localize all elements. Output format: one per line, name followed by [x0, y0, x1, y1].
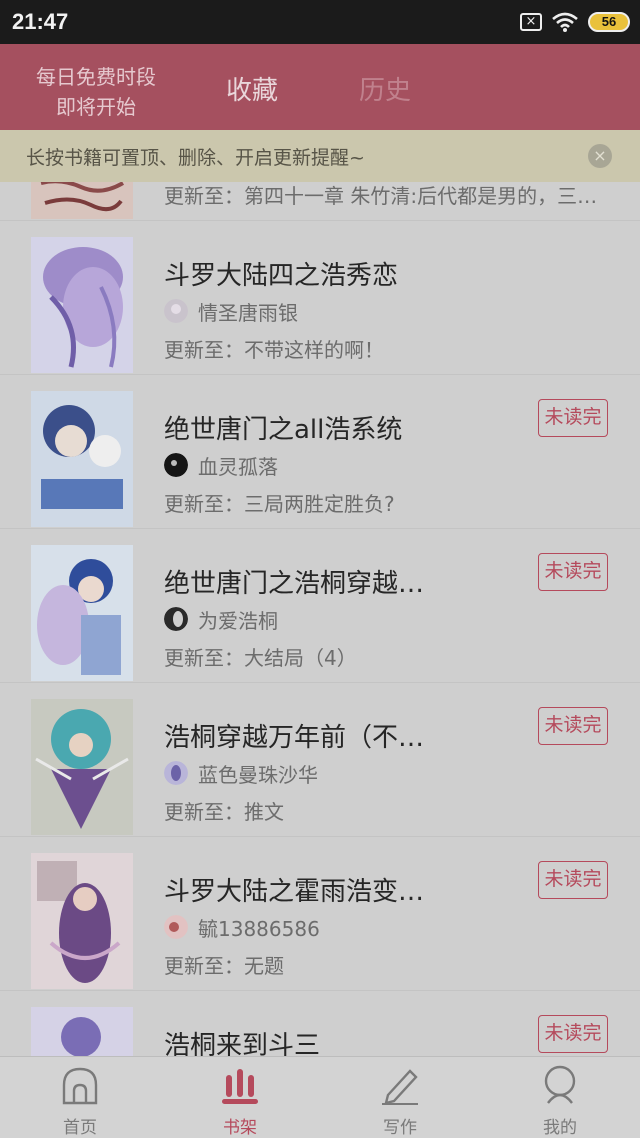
unread-badge: 未读完 [538, 553, 608, 591]
nav-home-label: 首页 [63, 1118, 97, 1138]
book-author: 为爱浩桐 [198, 608, 278, 633]
book-cover [31, 391, 133, 527]
tab-history[interactable]: 历史 [359, 70, 411, 107]
book-cover [31, 1007, 133, 1056]
book-item[interactable]: 更新至：第四十一章 朱竹清:后代都是男的，三… [0, 182, 640, 221]
nav-mine-label: 我的 [543, 1118, 577, 1138]
nav-home[interactable]: 首页 [0, 1057, 160, 1138]
book-list[interactable]: 更新至：第四十一章 朱竹清:后代都是男的，三… 斗罗大陆四之浩秀恋 情圣唐雨银 … [0, 182, 640, 1056]
book-cover [31, 182, 133, 219]
book-cover [31, 699, 133, 835]
book-title: 绝世唐门之all浩系统 [164, 415, 403, 445]
book-author: 情圣唐雨银 [198, 300, 298, 325]
book-author: 血灵孤落 [198, 454, 278, 479]
book-update: 更新至：推文 [164, 800, 284, 824]
book-title: 绝世唐门之浩桐穿越… [164, 569, 425, 599]
book-item[interactable]: 绝世唐门之all浩系统 血灵孤落 更新至：三局两胜定胜负? 未读完 [0, 375, 640, 529]
book-update: 更新至：三局两胜定胜负? [164, 492, 395, 516]
promo-line-1: 每日免费时段 [36, 65, 156, 89]
status-icons: × 56 [520, 9, 630, 35]
book-item[interactable]: 斗罗大陆四之浩秀恋 情圣唐雨银 更新至：不带这样的啊！ [0, 221, 640, 375]
tip-bar: 长按书籍可置顶、删除、开启更新提醒~ × [0, 130, 640, 182]
book-title: 浩桐穿越万年前（不… [164, 723, 425, 753]
book-update: 更新至：不带这样的啊！ [164, 338, 384, 362]
book-title: 斗罗大陆四之浩秀恋 [164, 261, 399, 291]
author-avatar [164, 299, 188, 323]
author-avatar [164, 607, 188, 631]
unread-badge: 未读完 [538, 399, 608, 437]
bottom-nav: 首页 书架 写作 我的 [0, 1056, 640, 1138]
unread-badge: 未读完 [538, 707, 608, 745]
book-author-row: 血灵孤落 [164, 452, 278, 479]
book-cover [31, 545, 133, 681]
close-icon[interactable]: × [588, 144, 612, 168]
bookshelf-icon [222, 1069, 258, 1104]
nav-bookshelf-label: 书架 [223, 1118, 257, 1138]
nav-write-label: 写作 [383, 1118, 417, 1138]
book-author-row: 为爱浩桐 [164, 606, 278, 633]
author-avatar [164, 761, 188, 785]
book-update: 更新至：第四十一章 朱竹清:后代都是男的，三… [164, 184, 598, 208]
book-update: 更新至：大结局（4） [164, 646, 357, 670]
tab-favorites[interactable]: 收藏 [226, 70, 278, 107]
book-item[interactable]: 浩桐穿越万年前（不… 蓝色曼珠沙华 更新至：推文 未读完 [0, 683, 640, 837]
unread-badge: 未读完 [538, 861, 608, 899]
profile-icon [544, 1065, 576, 1104]
book-author: 蓝色曼珠沙华 [198, 762, 318, 787]
notification-x-icon: × [520, 13, 542, 31]
free-period-banner[interactable]: 每日免费时段 即将开始 [26, 62, 166, 122]
book-cover [31, 853, 133, 989]
book-item[interactable]: 斗罗大陆之霍雨浩变… 毓13886586 更新至：无题 未读完 [0, 837, 640, 991]
wifi-icon [552, 12, 578, 32]
book-title: 斗罗大陆之霍雨浩变… [164, 877, 425, 907]
book-author-row: 情圣唐雨银 [164, 298, 298, 325]
top-header: 每日免费时段 即将开始 收藏 历史 [0, 44, 640, 130]
tip-text: 长按书籍可置顶、删除、开启更新提醒~ [26, 147, 365, 169]
book-item[interactable]: 浩桐来到斗三 未读完 [0, 991, 640, 1056]
pencil-icon [382, 1069, 418, 1105]
book-author: 毓13886586 [198, 916, 320, 941]
status-bar: 21:47 × 56 [0, 0, 640, 44]
home-icon [62, 1067, 98, 1105]
nav-bookshelf[interactable]: 书架 [160, 1057, 320, 1138]
nav-write[interactable]: 写作 [320, 1057, 480, 1138]
unread-badge: 未读完 [538, 1015, 608, 1053]
book-author-row: 蓝色曼珠沙华 [164, 760, 318, 787]
author-avatar [164, 915, 188, 939]
promo-line-2: 即将开始 [56, 95, 136, 119]
book-item[interactable]: 绝世唐门之浩桐穿越… 为爱浩桐 更新至：大结局（4） 未读完 [0, 529, 640, 683]
book-author-row: 毓13886586 [164, 914, 320, 941]
book-update: 更新至：无题 [164, 954, 284, 978]
nav-mine[interactable]: 我的 [480, 1057, 640, 1138]
book-title: 浩桐来到斗三 [164, 1031, 321, 1056]
author-avatar [164, 453, 188, 477]
book-cover [31, 237, 133, 373]
status-time: 21:47 [12, 9, 69, 34]
battery-icon: 56 [588, 12, 630, 32]
